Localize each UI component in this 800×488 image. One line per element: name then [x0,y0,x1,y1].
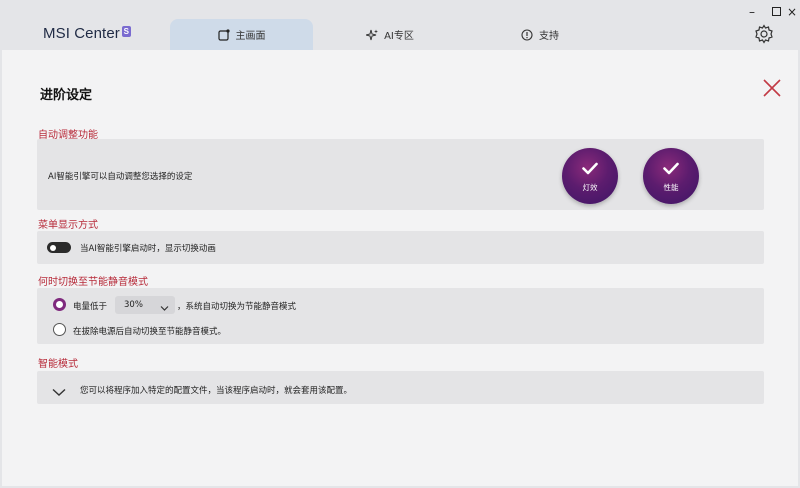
battery-threshold-select[interactable]: 30% [115,296,175,314]
lighting-option-button[interactable]: 灯效 [562,148,618,204]
lighting-option-label: 灯效 [582,182,598,192]
chevron-down-icon[interactable] [52,382,66,401]
tab-ai-label: AI专区 [384,31,414,42]
title-bar: MSI Center S 主画面 AI专区 支持 – × [0,0,800,50]
performance-option-label: 性能 [663,182,679,192]
page-title: 进阶设定 [40,88,93,103]
tab-home[interactable]: 主画面 [170,19,313,50]
performance-option-button[interactable]: 性能 [643,148,699,204]
advanced-settings-panel: 进阶设定 自动调整功能 AI智能引擎可以自动调整您选择的设定 灯效 性能 菜单显… [2,50,798,486]
maximize-button[interactable] [768,6,784,18]
auto-adjust-card: AI智能引擎可以自动调整您选择的设定 灯效 性能 [37,139,764,210]
chevron-down-icon [160,301,169,319]
battery-threshold-value: 30% [124,300,143,310]
ai-sparkle-icon [366,29,379,41]
battery-threshold-radio[interactable] [53,298,66,311]
smart-mode-description: 您可以将程序加入特定的配置文件，当该程序启动时，就会套用该配置。 [80,386,353,396]
unplug-radio[interactable] [53,323,66,336]
tab-home-label: 主画面 [235,31,266,42]
section-label-smart-mode: 智能模式 [38,359,78,370]
animation-toggle[interactable] [47,242,71,253]
battery-threshold-prefix: 电量低于 [73,302,108,312]
tab-support[interactable]: 支持 [470,19,610,50]
brand-badge: S [121,26,131,37]
battery-threshold-suffix: ，系统自动切换为节能静音模式 [177,302,297,312]
window-close-button[interactable]: × [784,6,800,18]
brand-name: MSI Center [43,25,120,42]
menu-display-card: 当AI智能引擎启动时，显示切换动画 [37,231,764,264]
section-label-menu-display: 菜单显示方式 [38,220,98,231]
gear-icon[interactable] [754,24,774,48]
app-brand: MSI Center S [43,25,131,42]
home-icon [217,28,230,41]
check-icon [663,160,679,179]
smart-mode-card[interactable]: 您可以将程序加入特定的配置文件，当该程序启动时，就会套用该配置。 [37,371,764,404]
tab-ai[interactable]: AI专区 [320,19,460,50]
auto-adjust-description: AI智能引擎可以自动调整您选择的设定 [48,172,193,182]
info-icon [521,28,533,41]
minimize-button[interactable]: – [744,6,760,18]
section-label-power-saving: 何时切换至节能静音模式 [38,277,148,288]
check-icon [582,160,598,179]
animation-toggle-label: 当AI智能引擎启动时，显示切换动画 [80,244,216,254]
close-icon[interactable] [762,78,782,102]
power-saving-card: 电量低于 30% ，系统自动切换为节能静音模式 在拔除电源后自动切换至节能静音模… [37,288,764,344]
tab-support-label: 支持 [539,31,559,42]
unplug-option-label: 在拔除电源后自动切换至节能静音模式。 [73,327,227,337]
